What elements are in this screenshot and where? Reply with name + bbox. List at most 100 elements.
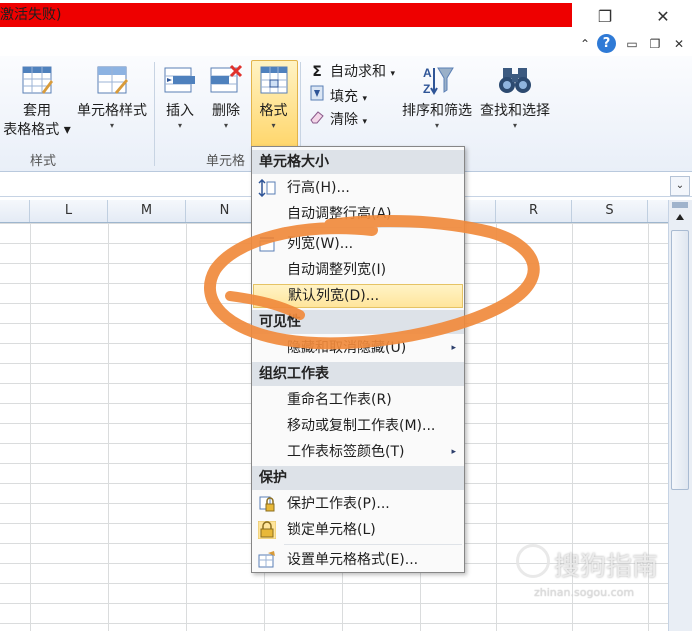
split-handle[interactable] xyxy=(672,202,688,208)
menu-item-autofit-row-height[interactable]: 自动调整行高(A) xyxy=(252,202,464,226)
title-bar-highlight xyxy=(0,3,572,27)
sort-filter-icon: A Z xyxy=(423,66,454,96)
menu-item-autofit-column-width[interactable]: 自动调整列宽(I) xyxy=(252,258,464,282)
submenu-arrow-icon: ▸ xyxy=(451,447,456,457)
title-bar: 激活失败) ❐ ✕ xyxy=(0,0,692,32)
cells-group-label: 单元格 xyxy=(206,154,246,169)
restore-icon: ❐ xyxy=(597,7,613,26)
dropdown-arrow-icon: ▾ xyxy=(362,94,367,104)
menu-item-label: 移动或复制工作表(M)... xyxy=(287,418,436,434)
format-button-content[interactable]: 格式 ▾ xyxy=(251,64,296,131)
menu-separator xyxy=(284,227,462,228)
lock-icon xyxy=(258,521,276,539)
cell-styles-label: 单元格样式 xyxy=(77,103,147,119)
format-label: 格式 xyxy=(259,103,288,119)
autosum-button[interactable]: Σ 自动求和 ▾ xyxy=(308,61,395,83)
fill-button[interactable]: 填充 ▾ xyxy=(308,85,367,107)
menu-item-rename-sheet[interactable]: 重命名工作表(R) xyxy=(252,388,464,412)
format-cells-icon xyxy=(260,66,287,94)
collapse-ribbon-button[interactable]: ⌃ xyxy=(577,36,593,52)
menu-item-label: 自动调整列宽(I) xyxy=(287,262,387,278)
insert-button[interactable]: 插入 ▾ xyxy=(160,64,200,131)
menu-item-protect-sheet[interactable]: 保护工作表(P)... xyxy=(252,492,464,516)
format-as-table-label-1: 套用 xyxy=(23,103,51,119)
column-header-l[interactable]: L xyxy=(30,200,108,222)
menu-item-row-height[interactable]: 行高(H)... xyxy=(252,176,464,200)
sort-filter-button[interactable]: A Z 排序和筛选 ▾ xyxy=(398,64,476,131)
watermark-subtext: zhinan.sogou.com xyxy=(534,586,635,599)
scrollbar-thumb[interactable] xyxy=(671,230,689,490)
gridline xyxy=(30,223,31,631)
find-select-button[interactable]: 查找和选择 ▾ xyxy=(476,64,554,131)
menu-header-protection: 保护 xyxy=(252,466,464,490)
clear-button[interactable]: 清除 ▾ xyxy=(308,109,367,131)
expand-formula-bar-button[interactable]: ⌄ xyxy=(670,176,690,196)
column-header-r[interactable]: R xyxy=(496,200,572,222)
menu-item-label: 工作表标签颜色(T) xyxy=(287,444,405,460)
fill-down-icon xyxy=(308,85,326,108)
gridline xyxy=(186,223,187,631)
dropdown-arrow-icon: ▾ xyxy=(223,121,228,130)
restore-window-button[interactable]: ❐ xyxy=(593,6,617,28)
menu-item-label: 隐藏和取消隐藏(U) xyxy=(287,340,407,356)
format-as-table-label-2: 表格格式 xyxy=(3,122,60,138)
menu-separator xyxy=(284,544,462,545)
cell-styles-icon xyxy=(97,66,128,94)
format-as-table-button[interactable]: 套用 表格格式 ▾ xyxy=(2,64,72,140)
column-header-m[interactable]: M xyxy=(108,200,186,222)
eraser-icon xyxy=(308,109,326,131)
menu-item-column-width[interactable]: 列宽(W)... xyxy=(252,232,464,256)
menu-item-hide-unhide[interactable]: 隐藏和取消隐藏(U) ▸ xyxy=(252,336,464,360)
dropdown-arrow-icon: ▾ xyxy=(362,117,367,127)
svg-text:A: A xyxy=(423,66,432,80)
restore-icon: ❐ xyxy=(649,37,661,51)
dropdown-arrow-icon: ▾ xyxy=(434,121,439,130)
autosum-label: 自动求和 xyxy=(330,64,386,80)
sort-filter-label: 排序和筛选 xyxy=(402,103,472,119)
menu-item-move-copy-sheet[interactable]: 移动或复制工作表(M)... xyxy=(252,414,464,438)
watermark: 搜狗指南 zhinan.sogou.com xyxy=(516,544,686,604)
sogou-logo-icon xyxy=(516,544,550,578)
cell-styles-button[interactable]: 单元格样式 ▾ xyxy=(72,64,152,131)
minimize-icon: ▭ xyxy=(626,37,638,51)
menu-item-default-width[interactable]: 默认列宽(D)... xyxy=(253,284,463,308)
menu-item-label: 行高(H)... xyxy=(287,180,350,196)
menu-header-organize-sheets: 组织工作表 xyxy=(252,362,464,386)
column-header-s[interactable]: S xyxy=(572,200,648,222)
insert-cells-icon xyxy=(164,67,195,93)
menu-item-lock-cell[interactable]: 锁定单元格(L) xyxy=(252,518,464,542)
row-height-icon xyxy=(258,179,276,197)
caret-up-icon: ⌃ xyxy=(579,37,591,51)
menu-item-label: 锁定单元格(L) xyxy=(287,522,376,538)
column-header[interactable] xyxy=(648,200,668,222)
sigma-icon: Σ xyxy=(312,64,322,80)
triangle-up-icon xyxy=(676,214,684,220)
insert-label: 插入 xyxy=(166,103,194,119)
column-header[interactable] xyxy=(0,200,30,222)
chevron-down-icon: ⌄ xyxy=(675,180,685,191)
menu-item-format-cells[interactable]: 设置单元格格式(E)... xyxy=(252,548,464,572)
delete-button[interactable]: 删除 ▾ xyxy=(206,64,246,131)
gridline xyxy=(496,223,497,631)
workbook-minimize-button[interactable]: ▭ xyxy=(623,36,641,52)
menu-header-cell-size: 单元格大小 xyxy=(252,150,464,174)
group-separator xyxy=(154,62,155,166)
close-window-button[interactable]: ✕ xyxy=(651,6,675,28)
workbook-restore-button[interactable]: ❐ xyxy=(646,36,664,52)
menu-item-label: 设置单元格格式(E)... xyxy=(287,552,419,568)
workbook-close-button[interactable]: ✕ xyxy=(670,36,688,52)
menu-item-label: 默认列宽(D)... xyxy=(288,288,380,304)
submenu-arrow-icon: ▸ xyxy=(451,343,456,353)
scroll-up-button[interactable] xyxy=(670,210,690,228)
menu-item-label: 自动调整行高(A) xyxy=(287,206,392,222)
clear-label: 清除 xyxy=(330,112,358,128)
menu-item-label: 重命名工作表(R) xyxy=(287,392,392,408)
dropdown-arrow-icon: ▾ xyxy=(390,69,395,79)
window-title: 激活失败) xyxy=(0,7,62,23)
dropdown-arrow-icon: ▾ xyxy=(63,122,71,138)
menu-header-visibility: 可见性 xyxy=(252,310,464,334)
format-cells-icon xyxy=(258,551,275,568)
help-icon[interactable]: ? xyxy=(597,34,616,53)
find-select-label: 查找和选择 xyxy=(480,103,550,119)
menu-item-tab-color[interactable]: 工作表标签颜色(T) ▸ xyxy=(252,440,464,464)
